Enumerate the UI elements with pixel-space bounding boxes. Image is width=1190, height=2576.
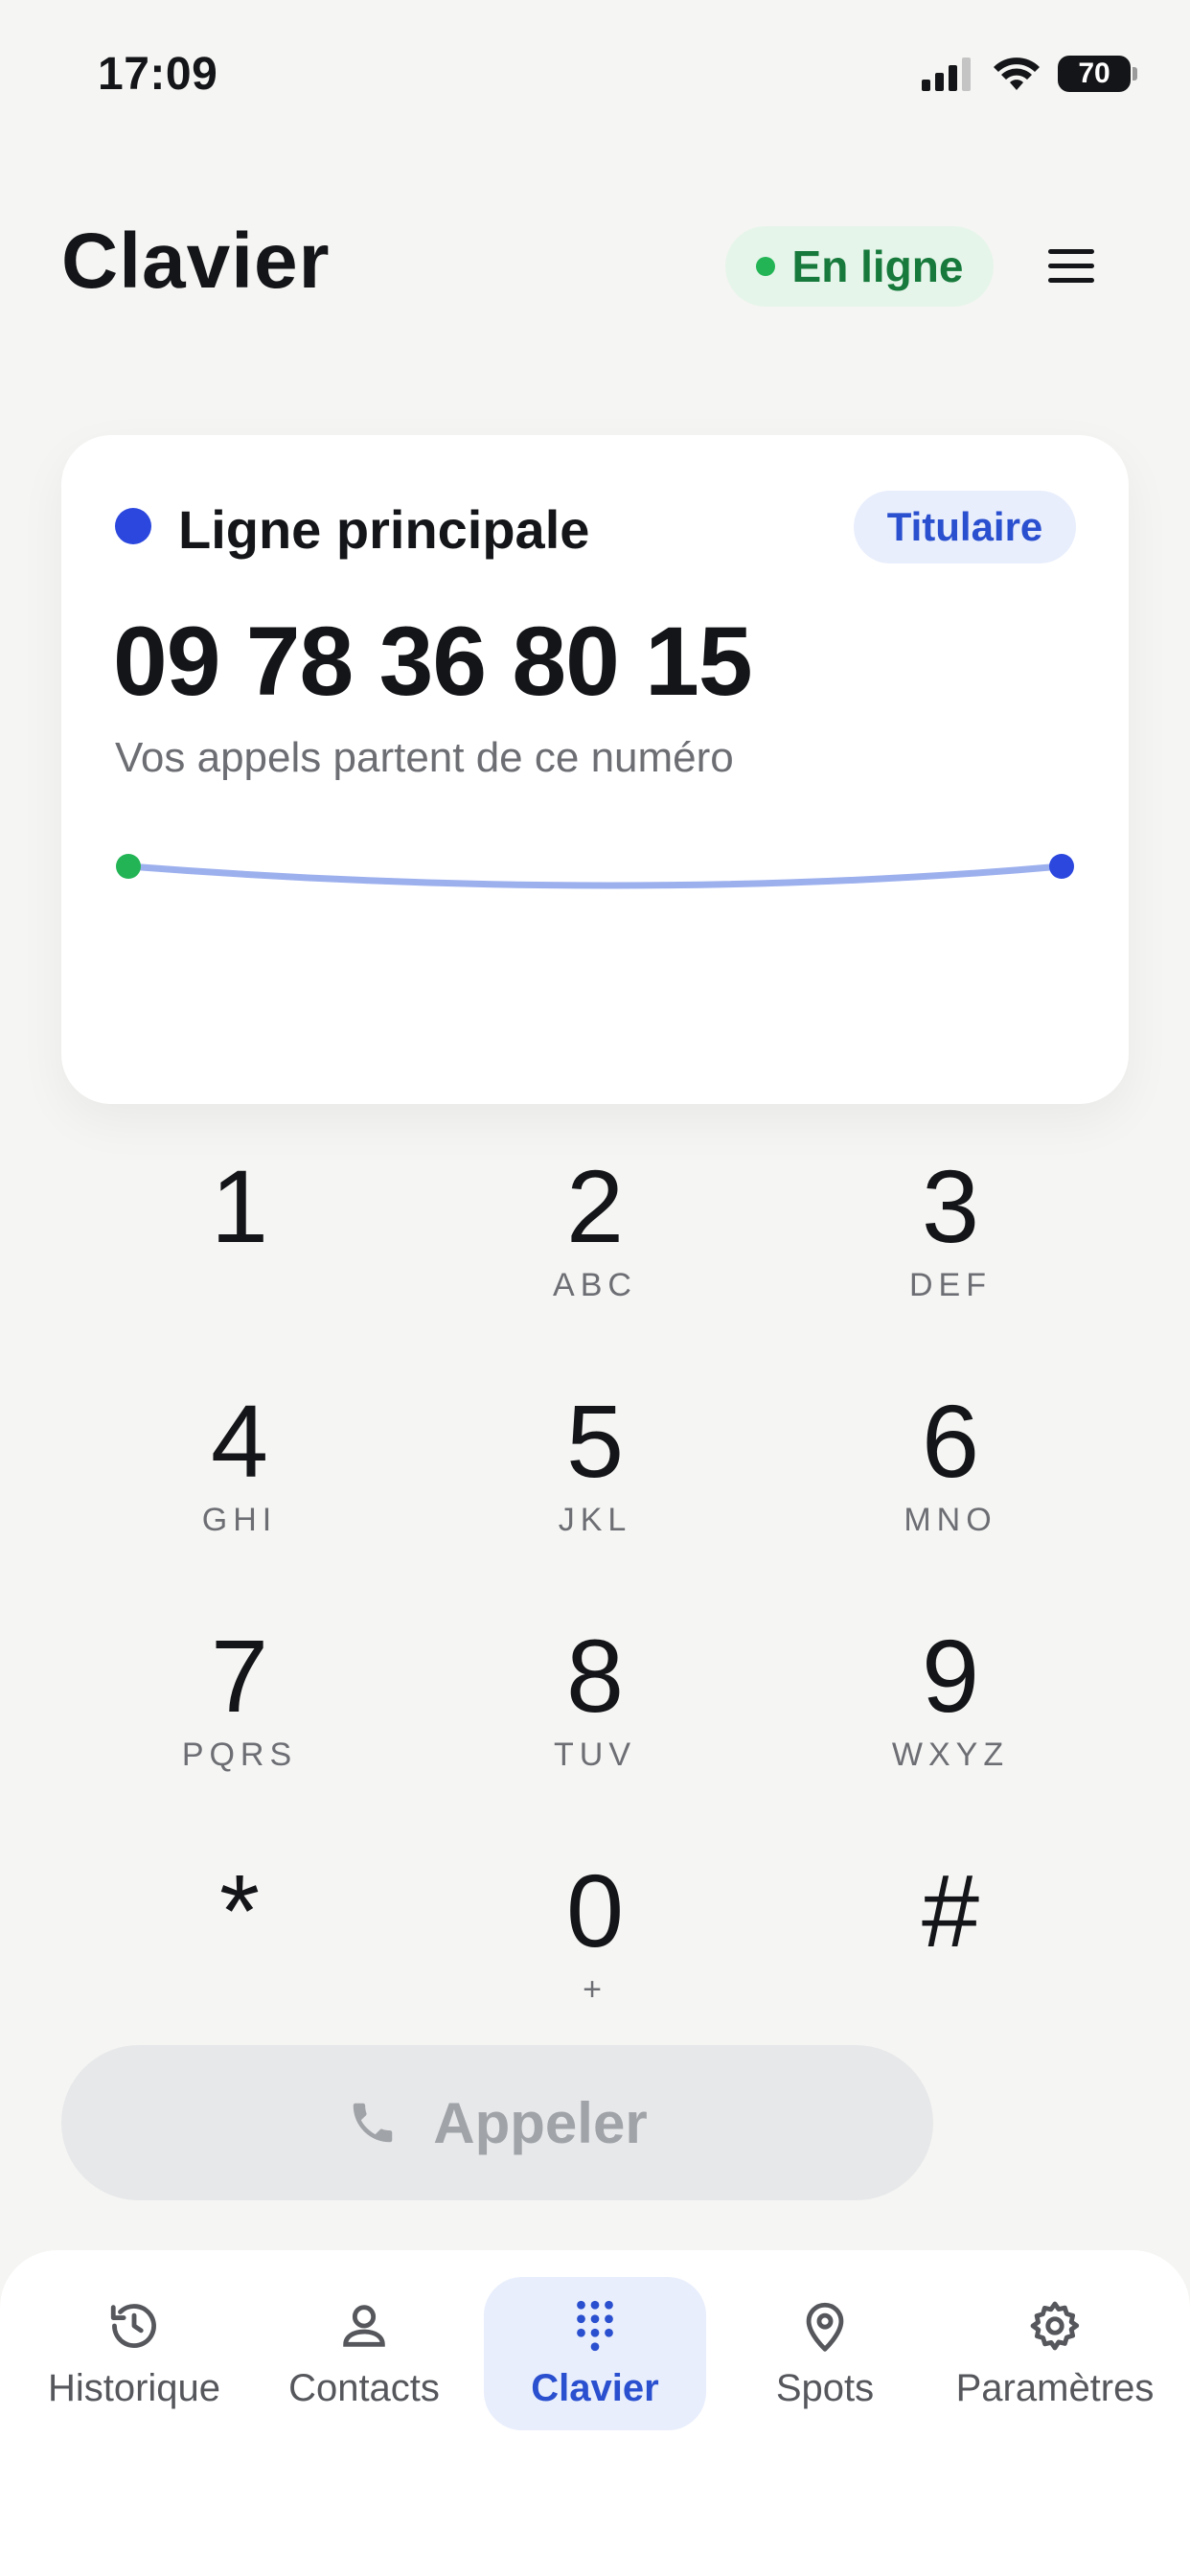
dial-digit: 8 (565, 1618, 625, 1734)
signal-icon (922, 58, 971, 91)
dial-digit: 9 (921, 1618, 980, 1734)
dialpad-icon (577, 2300, 613, 2351)
dial-letters: + (583, 1971, 607, 2008)
dial-letters: PQRS (181, 1736, 298, 1773)
gear-icon (1030, 2301, 1080, 2350)
dial-key-5[interactable]: 5 JKL (451, 1385, 739, 1576)
dial-letters: GHI (201, 1502, 278, 1538)
dial-letters: DEF (909, 1267, 992, 1303)
dial-key-4[interactable]: 4 GHI (96, 1385, 383, 1576)
dial-key-8[interactable]: 8 TUV (451, 1620, 739, 1811)
dial-letters: JKL (558, 1502, 632, 1538)
dial-key-9[interactable]: 9 WXYZ (807, 1620, 1094, 1811)
dial-digit: 7 (210, 1618, 269, 1734)
dial-key-star[interactable]: * (96, 1854, 383, 2046)
nav-item-clavier[interactable]: Clavier (484, 2277, 706, 2430)
dial-letters: ABC (553, 1267, 637, 1303)
line-card[interactable]: Ligne principale Titulaire 09 78 36 80 1… (61, 435, 1129, 1104)
dial-letters: TUV (554, 1736, 636, 1773)
line-indicator-dot (115, 508, 151, 544)
nav-label: Contacts (288, 2366, 440, 2409)
phone-icon (354, 2103, 393, 2143)
dial-digit: 6 (921, 1383, 980, 1499)
page-title: Clavier (61, 218, 331, 305)
battery-indicator: 70 (1058, 56, 1137, 92)
line-name: Ligne principale (178, 499, 590, 560)
online-dot (755, 257, 775, 276)
bottom-nav: Historique Contacts Clavier Spots Paramè… (0, 2250, 1190, 2576)
menu-icon[interactable] (1044, 247, 1102, 286)
history-icon (110, 2303, 156, 2348)
dial-digit: 3 (921, 1148, 980, 1264)
dial-letters: MNO (904, 1502, 997, 1538)
nav-label: Clavier (531, 2366, 659, 2409)
online-status-label: En ligne (791, 242, 964, 291)
nav-label: Historique (47, 2366, 221, 2409)
wifi-icon (994, 58, 1040, 90)
nav-item-parametres[interactable]: Paramètres (944, 2277, 1166, 2430)
line-subtitle: Vos appels partent de ce numéro (115, 734, 734, 781)
nav-item-historique[interactable]: Historique (23, 2277, 245, 2430)
nav-label: Paramètres (955, 2366, 1155, 2409)
dial-digit: 5 (565, 1383, 625, 1499)
dial-key-0[interactable]: 0 + (451, 1854, 739, 2046)
dial-key-1[interactable]: 1 (96, 1150, 383, 1342)
dial-digit: # (921, 1852, 980, 1968)
dial-key-2[interactable]: 2 ABC (451, 1150, 739, 1342)
person-icon (343, 2304, 385, 2347)
map-pin-icon (806, 2302, 844, 2352)
call-button[interactable]: Appeler (61, 2045, 933, 2200)
line-number: 09 78 36 80 15 (113, 607, 753, 716)
online-status-badge: En ligne (725, 226, 994, 307)
dial-digit: * (218, 1852, 261, 1968)
dial-digit: 2 (565, 1148, 625, 1264)
dial-digit: 0 (565, 1852, 625, 1968)
dial-digit: 4 (210, 1383, 269, 1499)
dial-key-6[interactable]: 6 MNO (807, 1385, 1094, 1576)
nav-item-spots[interactable]: Spots (714, 2277, 936, 2430)
nav-label: Spots (775, 2366, 875, 2409)
dial-key-7[interactable]: 7 PQRS (96, 1620, 383, 1811)
status-time: 17:09 (98, 49, 218, 100)
status-icons: 70 (922, 56, 1137, 92)
nav-item-contacts[interactable]: Contacts (253, 2277, 475, 2430)
dial-key-hash[interactable]: # (807, 1854, 1094, 2046)
dial-key-3[interactable]: 3 DEF (807, 1150, 1094, 1342)
call-button-label: Appeler (433, 2090, 648, 2155)
dial-letters: WXYZ (891, 1736, 1010, 1773)
dial-digit: 1 (210, 1148, 269, 1264)
line-connection-graphic (116, 854, 1074, 889)
owner-badge: Titulaire (854, 491, 1076, 564)
status-bar: 17:09 70 (0, 0, 1190, 153)
